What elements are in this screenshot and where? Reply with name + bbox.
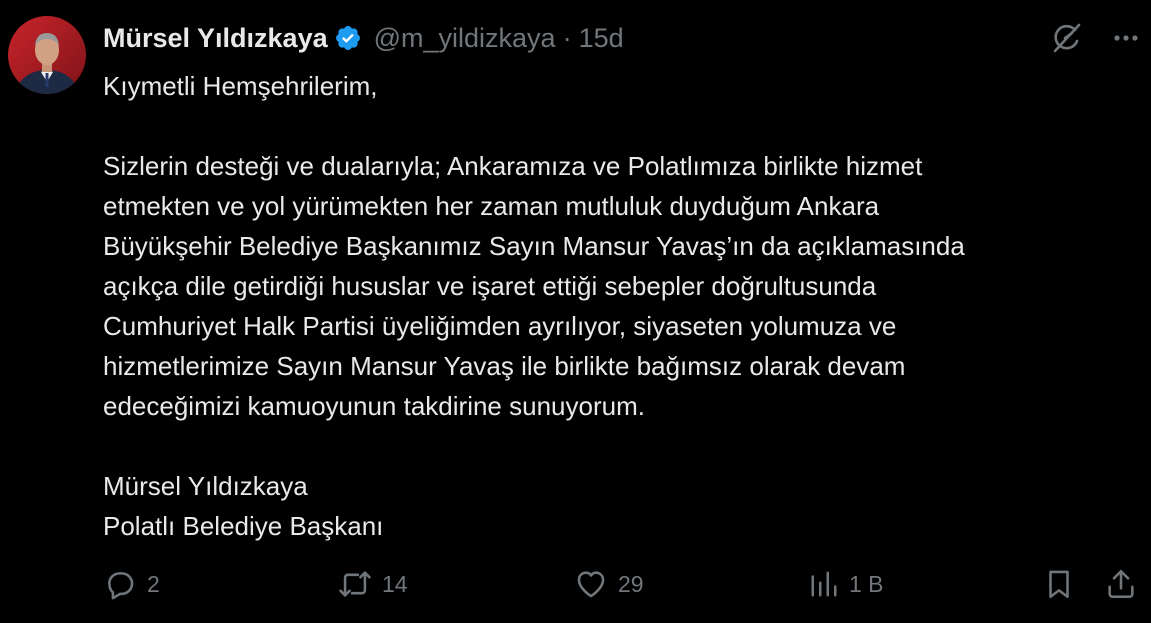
handle[interactable]: @m_yildizkaya bbox=[374, 23, 556, 54]
reply-button[interactable]: 2 bbox=[103, 564, 160, 604]
tweet-line: hizmetlerimize Sayın Mansur Yavaş ile bi… bbox=[103, 351, 906, 381]
repost-icon bbox=[338, 567, 372, 601]
separator-dot: · bbox=[562, 22, 572, 53]
tweet-line: Sizlerin desteği ve dualarıyla; Ankaramı… bbox=[103, 151, 923, 181]
tweet-line: Cumhuriyet Halk Partisi üyeliğimden ayrı… bbox=[103, 311, 897, 341]
views-icon bbox=[809, 567, 839, 601]
share-button[interactable] bbox=[1104, 564, 1138, 604]
bookmark-icon bbox=[1042, 567, 1076, 601]
display-name[interactable]: Mürsel Yıldızkaya bbox=[103, 23, 328, 54]
verified-badge-icon bbox=[334, 24, 362, 52]
tweet-line: edeceğimizi kamuoyunun takdirine sunuyor… bbox=[103, 391, 645, 421]
tweet-top-actions bbox=[1049, 18, 1141, 58]
share-icon bbox=[1104, 567, 1138, 601]
tweet-line: Büyükşehir Belediye Başkanımız Sayın Man… bbox=[103, 231, 965, 261]
tweet-line: Polatlı Belediye Başkanı bbox=[103, 511, 384, 541]
tweet-line: Kıymetli Hemşehrilerim, bbox=[103, 71, 378, 101]
repost-button[interactable]: 14 bbox=[338, 564, 408, 604]
views-button[interactable]: 1 B bbox=[809, 564, 884, 604]
more-icon[interactable] bbox=[1111, 23, 1141, 53]
tweet-header: Mürsel Yıldızkaya @m_yildizkaya · 15d bbox=[103, 18, 624, 58]
timestamp[interactable]: 15d bbox=[579, 23, 624, 54]
repost-count: 14 bbox=[382, 570, 408, 597]
action-bar: 2 14 29 1 B bbox=[103, 564, 1138, 604]
reply-icon bbox=[103, 567, 137, 601]
like-button[interactable]: 29 bbox=[574, 564, 644, 604]
tweet-line: Mürsel Yıldızkaya bbox=[103, 471, 308, 501]
tweet-line: açıkça dile getirdiği hususlar ve işaret… bbox=[103, 271, 877, 301]
tweet: Mürsel Yıldızkaya @m_yildizkaya · 15d Kı… bbox=[0, 0, 1151, 623]
avatar[interactable] bbox=[8, 16, 86, 94]
grok-icon[interactable] bbox=[1049, 20, 1085, 56]
bookmark-button[interactable] bbox=[1042, 564, 1076, 604]
views-count: 1 B bbox=[849, 570, 884, 597]
like-icon bbox=[574, 567, 608, 601]
reply-count: 2 bbox=[147, 570, 160, 597]
tweet-line: etmekten ve yol yürümekten her zaman mut… bbox=[103, 191, 880, 221]
like-count: 29 bbox=[618, 570, 644, 597]
tweet-text: Kıymetli Hemşehrilerim, Sizlerin desteği… bbox=[103, 66, 1133, 546]
